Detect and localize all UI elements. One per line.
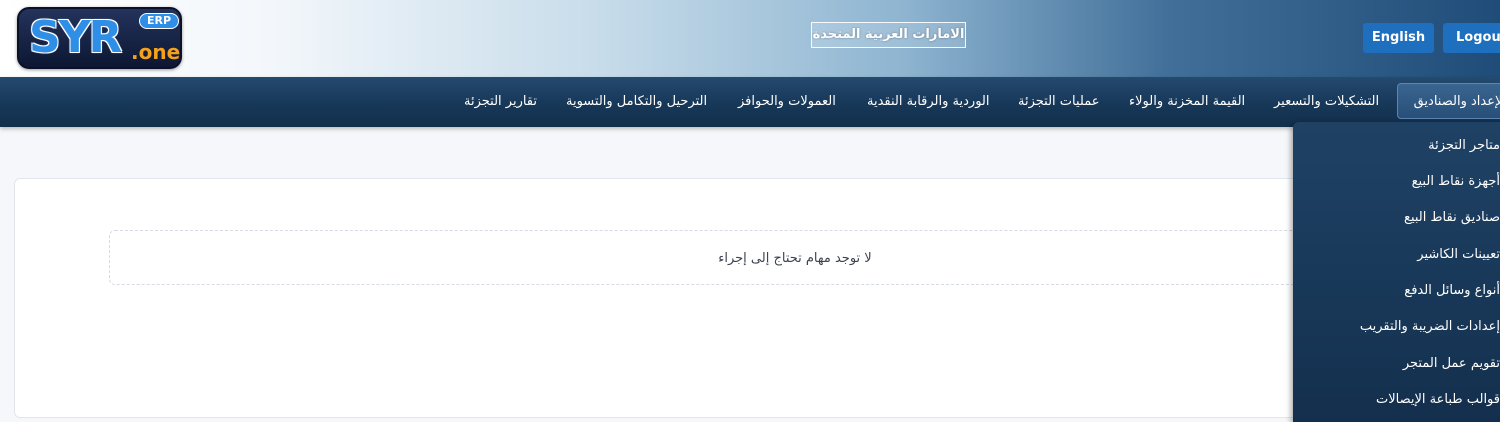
logout-button[interactable]: Logout <box>1443 23 1500 53</box>
nav-item-commissions-and-incentives[interactable]: العمولات والحوافز <box>738 77 836 127</box>
dropdown-item-receipt-print-templates[interactable]: قوالب طباعة الإيصالات <box>1376 382 1500 418</box>
logo-erp-badge: ERP <box>139 13 179 29</box>
nav-item-configurations-and-pricing[interactable]: التشكيلات والتسعير <box>1274 77 1379 127</box>
nav-item-shift-and-cash-control[interactable]: الوردية والرقابة النقدية <box>867 77 989 127</box>
region-badge: الامارات العربية المتحدة <box>811 22 966 48</box>
nav-item-retail-operations[interactable]: عمليات التجزئة <box>1018 77 1099 127</box>
dropdown-item-tax-and-rounding-settings[interactable]: إعدادات الضريبة والتقريب <box>1360 309 1500 345</box>
nav-item-setup-and-tills[interactable]: الإعداد والصناديق <box>1397 83 1500 119</box>
nav-item-posting-integration-reconciliation[interactable]: الترحيل والتكامل والتسوية <box>566 77 707 127</box>
empty-tasks-box: لا توجد مهام تحتاج إلى إجراء <box>109 230 1500 285</box>
dropdown-item-retail-stores[interactable]: متاجر التجزئة <box>1428 128 1500 164</box>
tasks-panel <box>14 178 1500 418</box>
logo-text: SYR <box>29 12 122 63</box>
nav-item-stored-value-and-loyalty[interactable]: القيمة المخزنة والولاء <box>1129 77 1245 127</box>
top-header: SYR ERP .one الامارات العربية المتحدة En… <box>0 0 1500 77</box>
english-language-button[interactable]: English <box>1363 23 1434 53</box>
dropdown-item-store-calendar[interactable]: تقويم عمل المتجر <box>1403 346 1500 382</box>
empty-tasks-message: لا توجد مهام تحتاج إلى إجراء <box>718 251 872 266</box>
logo-suffix: .one <box>131 40 181 64</box>
dropdown-item-pos-devices[interactable]: أجهزة نقاط البيع <box>1412 164 1500 200</box>
dropdown-item-payment-types[interactable]: أنواع وسائل الدفع <box>1404 273 1500 309</box>
syr-one-logo[interactable]: SYR ERP .one <box>17 7 182 69</box>
nav-item-retail-reports[interactable]: تقارير التجزئة <box>464 77 537 127</box>
dropdown-item-cashier-assignments[interactable]: تعيينات الكاشير <box>1417 237 1500 273</box>
main-navbar: الإعداد والصناديق التشكيلات والتسعير الق… <box>0 77 1500 127</box>
dropdown-item-pos-tills[interactable]: صناديق نقاط البيع <box>1404 200 1500 236</box>
setup-dropdown-menu: متاجر التجزئة أجهزة نقاط البيع صناديق نق… <box>1293 122 1500 422</box>
